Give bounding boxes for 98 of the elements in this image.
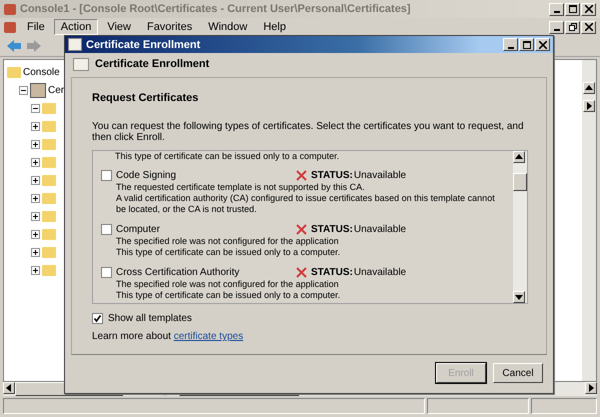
maximize-icon	[568, 5, 576, 13]
scrollbar[interactable]	[513, 151, 527, 303]
console-icon	[4, 4, 16, 14]
status-value: Unavailable	[354, 266, 406, 278]
menu-item[interactable]: View	[100, 19, 138, 35]
tree-item[interactable]: Cer	[48, 84, 64, 96]
minimize-button[interactable]	[549, 2, 564, 16]
minimize-icon	[554, 29, 560, 31]
description-text: This type of certificate can be issued only to a computer.	[116, 247, 342, 258]
expand-icon[interactable]	[31, 230, 40, 238]
folder-icon	[42, 246, 56, 258]
error-x-icon	[296, 266, 307, 278]
wizard-header: Certificate Enrollment	[95, 58, 210, 70]
instruction-text: You can request the following types of certificates. Select the certificates you want to request, and then click Enroll.	[92, 121, 525, 143]
maximize-button[interactable]	[519, 38, 534, 51]
expand-icon[interactable]	[31, 212, 40, 220]
minimize-button[interactable]	[549, 20, 564, 34]
restore-icon	[568, 23, 576, 31]
collapse-icon[interactable]	[31, 104, 40, 112]
tree-item[interactable]: Console	[23, 66, 60, 78]
minimize-icon	[508, 46, 514, 48]
expand-icon[interactable]	[31, 248, 40, 256]
checkbox-label[interactable]: Show all templates	[108, 313, 192, 324]
description-text: The requested certificate template is not supported by this CA.	[116, 182, 366, 193]
certificate-name[interactable]: Code Signing	[116, 170, 292, 180]
expand-icon[interactable]	[31, 194, 40, 202]
dialog-title: Certificate Enrollment	[86, 38, 200, 50]
expand-icon[interactable]	[31, 140, 40, 148]
folder-icon	[42, 120, 56, 132]
cancel-button[interactable]: Cancel	[493, 363, 543, 383]
error-x-icon	[296, 170, 307, 180]
description-text: This type of certificate can be issued only to a computer.	[115, 151, 340, 161]
triangle-icon	[514, 292, 524, 302]
expand-icon[interactable]	[31, 176, 40, 184]
scroll-down-button[interactable]	[513, 291, 525, 303]
folder-icon	[42, 264, 56, 276]
expand-icon[interactable]	[31, 158, 40, 166]
description-text: A valid certification authority (CA) configured to issue certificates based on this template cannot be located, or the CA is not trusted.	[116, 193, 496, 215]
restore-button[interactable]	[565, 20, 580, 34]
scroll-thumb[interactable]	[513, 173, 527, 191]
certificate-icon	[68, 38, 82, 51]
collapse-icon[interactable]	[19, 86, 28, 94]
checkbox[interactable]	[92, 313, 103, 324]
triangle-icon	[4, 383, 14, 393]
status-value: Unavailable	[354, 224, 406, 234]
scroll-left-button[interactable]	[3, 382, 15, 394]
triangle-icon	[586, 383, 596, 393]
folder-icon	[42, 192, 56, 204]
maximize-button[interactable]	[565, 2, 580, 16]
checkbox[interactable]	[101, 266, 112, 278]
folder-icon	[42, 228, 56, 240]
scroll-right-button[interactable]	[585, 382, 597, 394]
folder-icon	[42, 156, 56, 168]
close-button[interactable]	[581, 2, 596, 16]
certificate-icon	[30, 82, 46, 98]
scroll-right-button[interactable]	[583, 100, 595, 112]
error-x-icon	[296, 224, 307, 234]
certificate-name[interactable]: Computer	[116, 224, 292, 234]
scrollbar[interactable]	[582, 60, 596, 381]
menu-item[interactable]: Favorites	[140, 19, 200, 35]
minimize-icon	[554, 11, 560, 13]
window-title: Console1 - [Console Root\Certificates - Current User\Personal\Certificates]	[20, 3, 412, 15]
menu-item[interactable]: Action	[54, 19, 98, 35]
description-text: This type of certificate can be issued only to a computer.	[116, 290, 342, 301]
menu-item[interactable]: File	[20, 19, 52, 35]
close-icon	[584, 23, 592, 31]
menu-item[interactable]: Help	[256, 19, 293, 35]
folder-icon	[7, 66, 21, 78]
maximize-icon	[522, 40, 530, 48]
scroll-up-button[interactable]	[513, 151, 525, 163]
scroll-up-button[interactable]	[583, 82, 595, 94]
close-button[interactable]	[581, 20, 596, 34]
folder-icon	[42, 102, 56, 114]
close-button[interactable]	[535, 38, 550, 51]
status-label: STATUS:	[311, 224, 353, 234]
certificate-name[interactable]: Cross Certification Authority	[116, 266, 292, 278]
triangle-icon	[514, 152, 524, 162]
close-icon	[538, 40, 546, 48]
folder-icon	[42, 138, 56, 150]
status-label: STATUS:	[311, 266, 353, 278]
checkbox[interactable]	[101, 224, 112, 234]
minimize-button[interactable]	[503, 38, 518, 51]
checkbox[interactable]	[101, 170, 112, 180]
page-heading: Request Certificates	[92, 92, 200, 104]
help-text: Learn more about certificate types	[92, 331, 244, 342]
folder-icon	[42, 210, 56, 222]
expand-icon[interactable]	[31, 266, 40, 274]
console-icon	[4, 22, 16, 32]
expand-icon[interactable]	[31, 122, 40, 130]
menu-item[interactable]: Window	[201, 19, 254, 35]
description-text: The specified role was not configured for the application	[116, 236, 340, 247]
close-icon	[584, 5, 592, 13]
folder-icon	[42, 174, 56, 186]
certificate-icon	[73, 58, 89, 70]
status-label: STATUS:	[311, 170, 353, 180]
link[interactable]: certificate types	[174, 331, 244, 342]
status-value: Unavailable	[354, 170, 406, 180]
description-text: The specified role was not configured for the application	[116, 279, 340, 290]
